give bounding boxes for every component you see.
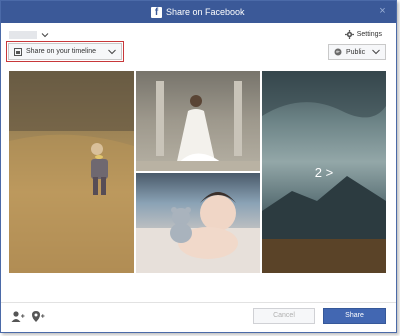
photo-mountains[interactable]: 2 >	[262, 71, 386, 273]
location-pin-icon[interactable]	[31, 310, 45, 324]
close-icon[interactable]: ×	[377, 6, 388, 17]
title-bar: f Share on Facebook ×	[1, 1, 396, 23]
photo-grid: 2 >	[9, 71, 386, 275]
photo-bride-image	[136, 71, 260, 171]
timeline-icon	[14, 47, 22, 56]
privacy-label: Public	[346, 48, 366, 56]
photo-bride[interactable]	[136, 71, 260, 171]
photo-baby[interactable]	[136, 173, 260, 273]
dialog-title: Share on Facebook	[166, 7, 245, 17]
settings-button[interactable]: Settings	[344, 30, 382, 39]
photo-child-image	[9, 71, 134, 273]
share-button[interactable]: Share	[323, 308, 386, 324]
add-person-icon[interactable]	[11, 310, 25, 324]
gear-icon	[344, 30, 354, 39]
settings-label: Settings	[356, 31, 382, 38]
footer-divider	[1, 302, 396, 303]
privacy-dropdown[interactable]: Public	[328, 44, 386, 60]
share-dialog: f Share on Facebook × Settings Share on …	[0, 0, 397, 333]
chevron-down-icon	[108, 49, 116, 54]
cancel-button[interactable]: Cancel	[253, 308, 315, 324]
photo-baby-image	[136, 192, 260, 273]
title-wrap: f Share on Facebook	[151, 6, 245, 18]
globe-icon	[334, 48, 342, 56]
photo-child-in-field[interactable]	[9, 71, 134, 273]
account-selector[interactable]	[9, 29, 49, 41]
share-destination-label: Share on your timeline	[26, 48, 97, 55]
share-destination-dropdown[interactable]: Share on your timeline	[6, 41, 124, 62]
more-photos-indicator[interactable]: 2 >	[262, 165, 386, 180]
account-name	[9, 31, 37, 39]
facebook-logo-icon: f	[151, 6, 162, 18]
chevron-down-icon	[372, 49, 380, 55]
chevron-down-icon	[41, 33, 49, 38]
